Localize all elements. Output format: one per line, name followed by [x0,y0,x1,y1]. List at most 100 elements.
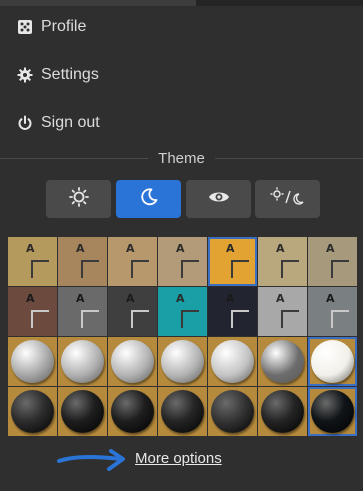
theme-accessible-button[interactable] [186,180,251,218]
board-grid-line [131,310,133,328]
black-stone-option[interactable] [58,387,107,436]
white-stone-option[interactable] [208,337,257,386]
board-sample-letter: A [176,242,185,255]
white-stone [211,340,254,383]
board-style-option[interactable]: A [108,287,157,336]
board-grid-line [331,310,333,328]
theme-dark-button[interactable] [116,180,181,218]
divider [0,157,149,159]
board-grid-line [181,260,183,278]
board-style-option[interactable]: A [258,287,307,336]
board-grid-line [281,260,283,278]
board-grid-line [81,260,83,278]
board-style-option[interactable]: A [158,287,207,336]
white-stone [161,340,204,383]
board-grid-line [81,310,99,312]
board-grid-line [31,310,33,328]
top-bar [0,0,363,6]
board-sample-letter: A [226,292,235,305]
black-stone [211,390,254,433]
eye-icon [208,189,230,210]
board-sample-letter: A [26,242,35,255]
board-grid-line [331,260,333,278]
board-grid-line [181,310,183,328]
black-stone [311,390,354,433]
theme-system-button[interactable] [255,180,320,218]
board-grid-line [281,310,299,312]
board-sample-letter: A [326,242,335,255]
white-stone-option[interactable] [108,337,157,386]
black-stone [111,390,154,433]
board-grid-line [331,260,349,262]
menu-item-label: Settings [41,66,99,83]
white-stone-option[interactable] [158,337,207,386]
white-stone [261,340,304,383]
gear-icon [17,67,33,83]
menu-item-label: Profile [41,18,87,35]
board-sample-letter: A [76,292,85,305]
board-grid-line [131,260,133,278]
board-grid-line [331,310,349,312]
board-grid-line [31,260,49,262]
white-stone-option[interactable] [8,337,57,386]
black-stone [61,390,104,433]
menu-item-settings[interactable]: Settings [17,63,99,87]
white-stone [111,340,154,383]
board-style-option[interactable]: A [58,237,107,286]
board-grid-line [231,310,249,312]
board-sample-letter: A [26,292,35,305]
board-sample-letter: A [226,242,235,255]
black-stone-option[interactable] [108,387,157,436]
black-stone-option[interactable] [308,387,357,436]
board-style-option[interactable]: A [8,287,57,336]
power-icon [17,115,33,131]
board-style-option[interactable]: A [158,237,207,286]
board-style-option[interactable]: A [8,237,57,286]
board-sample-letter: A [276,292,285,305]
board-style-option[interactable]: A [208,287,257,336]
black-stone-option[interactable] [208,387,257,436]
board-grid-line [181,310,199,312]
theme-heading-row: Theme [0,148,363,168]
white-stone-option[interactable] [258,337,307,386]
theme-light-button[interactable] [46,180,111,218]
board-style-option[interactable]: A [308,287,357,336]
board-grid-line [181,260,199,262]
black-stone-option[interactable] [158,387,207,436]
board-sample-letter: A [176,292,185,305]
white-stone-option[interactable] [58,337,107,386]
board-sample-letter: A [326,292,335,305]
board-style-option[interactable]: A [308,237,357,286]
divider [214,157,363,159]
board-style-option[interactable]: A [208,237,257,286]
sun-moon-icon [269,186,306,212]
board-grid-line [231,260,233,278]
menu-item-signout[interactable]: Sign out [17,111,100,135]
sun-icon [68,186,89,212]
board-sample-letter: A [76,242,85,255]
board-style-option[interactable]: A [108,237,157,286]
board-grid-line [31,310,49,312]
board-style-option[interactable]: A [58,287,107,336]
black-stone-option[interactable] [258,387,307,436]
board-grid-line [81,260,99,262]
top-tab [0,0,196,6]
board-style-grid: A A A A A A A A A A A A A A [8,237,357,437]
menu-item-label: Sign out [41,114,100,131]
board-sample-letter: A [126,292,135,305]
white-stone [311,340,354,383]
white-stone-option[interactable] [308,337,357,386]
board-grid-line [131,310,149,312]
menu-item-profile[interactable]: Profile [17,15,86,39]
white-stone [11,340,54,383]
more-options-link[interactable]: More options [135,450,222,467]
theme-heading: Theme [158,149,205,167]
board-sample-letter: A [126,242,135,255]
white-stone [61,340,104,383]
board-grid-line [31,260,33,278]
black-stone-option[interactable] [8,387,57,436]
board-sample-letter: A [276,242,285,255]
dice-icon [17,19,33,35]
board-style-option[interactable]: A [258,237,307,286]
moon-icon [139,187,159,212]
